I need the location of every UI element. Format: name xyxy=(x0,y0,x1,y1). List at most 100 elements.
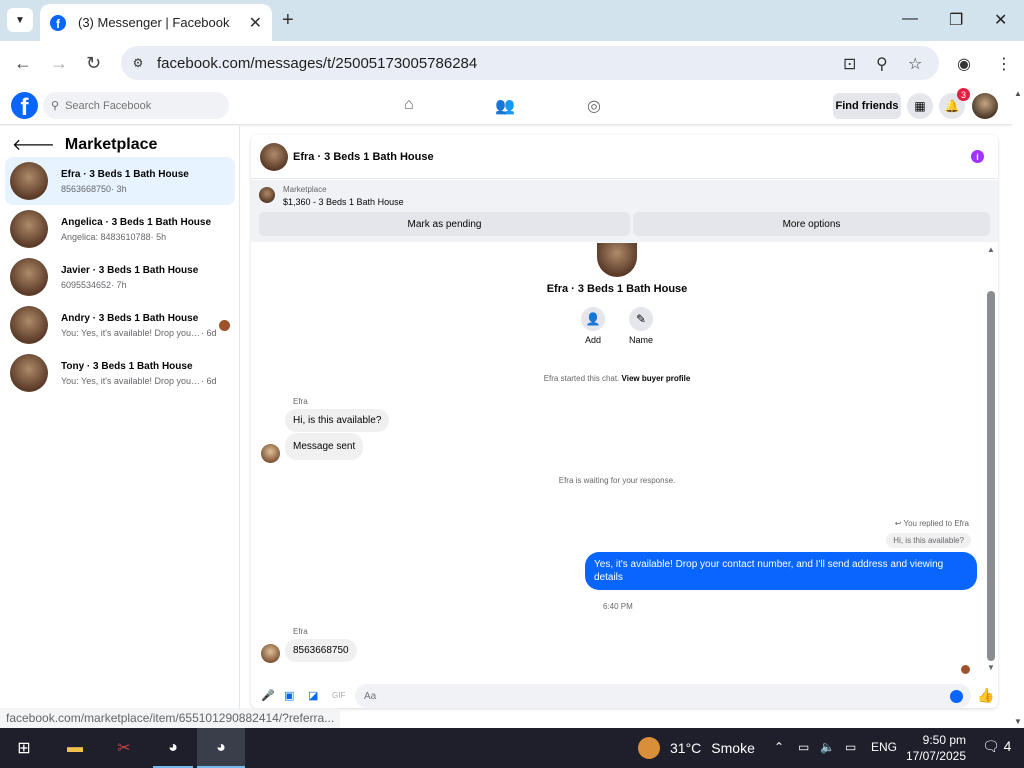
conversation-preview: You: Yes, it's available! Drop your cont… xyxy=(61,375,201,386)
reload-icon[interactable]: ↻ xyxy=(86,53,101,74)
chat-header: Efra · 3 Beds 1 Bath House i xyxy=(251,135,998,179)
clock-date: 17/07/2025 xyxy=(905,749,966,763)
back-arrow-icon[interactable]: 🡐 xyxy=(12,134,55,155)
microphone-icon[interactable]: 🎤 xyxy=(261,689,275,702)
back-icon[interactable]: ← xyxy=(14,53,32,74)
bookmark-star-icon[interactable]: ☆ xyxy=(908,54,922,74)
sticker-icon[interactable]: ◪ xyxy=(308,689,318,702)
restore-icon[interactable]: ❐ xyxy=(949,10,963,30)
profile-icon[interactable]: ◉ xyxy=(957,54,971,74)
app-icon[interactable]: ✂ xyxy=(112,736,136,760)
notifications-center-icon[interactable]: 🗨 4 xyxy=(982,738,1011,755)
site-settings-icon[interactable]: ⚙ xyxy=(129,54,147,72)
outgoing-message[interactable]: Yes, it's available! Drop your contact n… xyxy=(585,552,977,590)
seen-avatar-icon xyxy=(219,319,230,331)
search-icon: ⚲ xyxy=(51,100,60,112)
incoming-message[interactable]: Hi, is this available? xyxy=(285,409,390,432)
incoming-message[interactable]: 8563668750 xyxy=(285,639,357,662)
more-options-button[interactable]: More options xyxy=(633,212,990,236)
groups-icon[interactable]: ◎ xyxy=(587,96,601,116)
thumbs-up-icon[interactable]: 👍 xyxy=(977,687,994,704)
listing-title[interactable]: $1,360 - 3 Beds 1 Bath House xyxy=(283,197,404,207)
conversation-name: Andry · 3 Beds 1 Bath House xyxy=(61,312,199,324)
mark-as-pending-button[interactable]: Mark as pending xyxy=(259,212,630,236)
replied-to-text: You replied to Efra xyxy=(903,519,969,528)
facebook-favicon-icon: f xyxy=(50,14,66,31)
search-input[interactable] xyxy=(65,99,216,112)
friends-icon[interactable]: 👥 xyxy=(495,96,515,116)
conversation-item[interactable]: Andry · 3 Beds 1 Bath House You: Yes, it… xyxy=(5,301,235,349)
tab-search-button[interactable]: ▼ xyxy=(7,8,33,32)
language-indicator[interactable]: ENG xyxy=(871,740,897,754)
name-action[interactable]: ✎ Name xyxy=(621,307,661,345)
add-action[interactable]: 👤 Add xyxy=(573,307,613,345)
emoji-icon[interactable] xyxy=(950,690,963,703)
facebook-logo-icon[interactable]: f xyxy=(11,92,38,119)
pencil-icon[interactable]: ✎ xyxy=(629,307,653,331)
scroll-up-icon[interactable]: ▲ xyxy=(1014,89,1022,98)
marketplace-listing-bar: Marketplace $1,360 - 3 Beds 1 Bath House… xyxy=(251,180,998,242)
window-close-icon[interactable]: ✕ xyxy=(994,10,1007,30)
meet-icon[interactable]: ▭ xyxy=(798,740,809,754)
tab-close-icon[interactable]: ✕ xyxy=(249,13,262,33)
browser-tab[interactable]: f (3) Messenger | Facebook ✕ xyxy=(40,4,272,41)
scroll-down-icon[interactable]: ▼ xyxy=(1014,717,1022,726)
home-icon[interactable]: ⌂ xyxy=(404,96,414,114)
photo-icon[interactable]: ▣ xyxy=(284,689,294,702)
url-text[interactable]: facebook.com/messages/t/2500517300578628… xyxy=(157,55,477,72)
avatar[interactable] xyxy=(260,142,288,171)
chevron-up-icon[interactable]: ⌃ xyxy=(774,740,784,754)
add-person-icon[interactable]: 👤 xyxy=(581,307,605,331)
read-receipt-avatar xyxy=(961,665,970,674)
conversation-preview: 6095534652 xyxy=(61,279,112,290)
conversation-item[interactable]: Javier · 3 Beds 1 Bath House 6095534652 ·… xyxy=(5,253,235,301)
sender-name: Efra xyxy=(293,397,308,406)
chat-panel: Efra · 3 Beds 1 Bath House i Marketplace… xyxy=(251,135,998,708)
page-scrollbar[interactable]: ▲ ▼ xyxy=(1012,87,1024,728)
avatar xyxy=(261,444,280,463)
facebook-search[interactable]: ⚲ xyxy=(43,92,229,119)
forward-icon[interactable]: → xyxy=(50,53,68,74)
scroll-down-icon[interactable]: ▼ xyxy=(987,663,995,672)
conversation-time: · 7h xyxy=(111,279,127,290)
install-app-icon[interactable]: ⊡ xyxy=(843,54,856,74)
weather-widget[interactable]: 31°C Smoke xyxy=(638,737,755,759)
network-icon[interactable]: ▭ xyxy=(845,740,856,754)
avatar xyxy=(10,354,48,392)
info-icon[interactable]: i xyxy=(971,150,984,163)
chat-title[interactable]: Efra · 3 Beds 1 Bath House xyxy=(293,151,434,163)
new-tab-icon[interactable]: + xyxy=(282,9,294,32)
windows-start-icon[interactable]: ⊞ xyxy=(12,736,36,760)
name-label: Name xyxy=(628,335,653,345)
find-friends-button[interactable]: Find friends xyxy=(833,93,901,119)
conversation-preview: You: Yes, it's available! Drop your c... xyxy=(61,327,201,338)
minimize-icon[interactable]: — xyxy=(902,10,918,28)
message-input[interactable] xyxy=(355,684,971,708)
message-thread: Efra · 3 Beds 1 Bath House 👤 Add ✎ Name … xyxy=(251,243,998,675)
conversation-name: Angelica · 3 Beds 1 Bath House xyxy=(61,216,212,228)
volume-icon[interactable]: 🔈 xyxy=(820,740,835,754)
replied-quote[interactable]: Hi, is this available? xyxy=(886,533,971,548)
clock[interactable]: 9:50 pm 17/07/2025 xyxy=(900,732,966,764)
scrollbar-thumb[interactable] xyxy=(987,291,995,661)
incoming-message[interactable]: Message sent xyxy=(285,433,364,460)
browser-tab-bar: ▼ f (3) Messenger | Facebook ✕ + — ❐ ✕ xyxy=(0,0,1024,41)
chrome-icon[interactable]: ◕ xyxy=(161,736,185,760)
gif-icon[interactable]: GIF xyxy=(332,691,345,700)
conversation-item[interactable]: Tony · 3 Beds 1 Bath House You: Yes, it'… xyxy=(5,349,235,397)
menu-dots-icon[interactable]: ⋮ xyxy=(996,54,1012,74)
conversation-item[interactable]: Efra · 3 Beds 1 Bath House 8563668750 · 3… xyxy=(5,157,235,205)
conversation-item[interactable]: Angelica · 3 Beds 1 Bath House Angelica:… xyxy=(5,205,235,253)
message-composer: 🎤 ▣ ◪ GIF 👍 xyxy=(251,683,998,708)
omnibox[interactable]: ⚙ facebook.com/messages/t/25005173005786… xyxy=(121,46,939,80)
menu-grid-icon[interactable]: ▦ xyxy=(907,93,933,119)
zoom-icon[interactable]: ⚲ xyxy=(876,54,888,74)
avatar xyxy=(597,243,637,277)
file-explorer-icon[interactable]: ▬ xyxy=(63,736,87,760)
chat-scrollbar[interactable]: ▲ ▼ xyxy=(985,243,997,675)
listing-thumbnail[interactable] xyxy=(259,187,275,203)
scroll-up-icon[interactable]: ▲ xyxy=(987,245,995,254)
chrome-profile-icon[interactable]: ◕ xyxy=(209,736,233,760)
account-avatar[interactable] xyxy=(972,93,998,119)
view-buyer-profile-link[interactable]: View buyer profile xyxy=(622,374,691,383)
